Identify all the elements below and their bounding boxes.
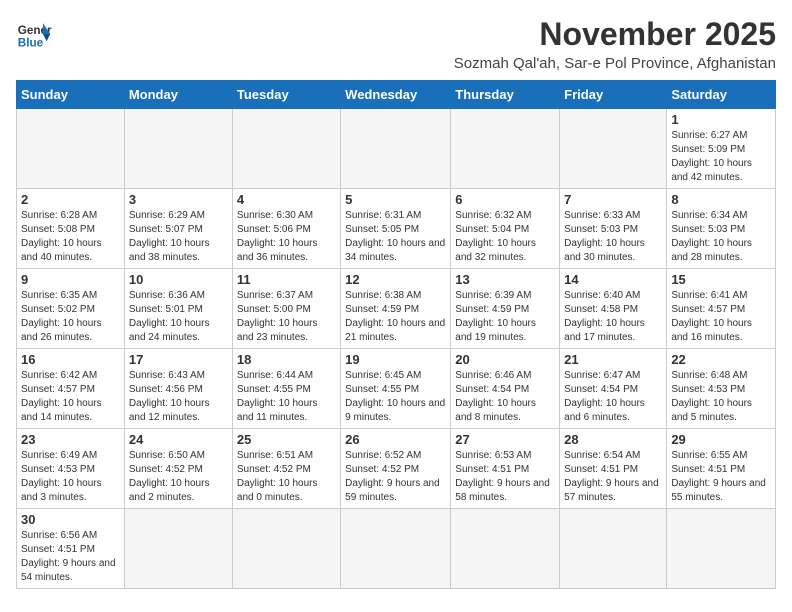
page-header: General Blue November 2025 Sozmah Qal'ah… [16, 16, 776, 72]
day-19: 19 Sunrise: 6:45 AMSunset: 4:55 PMDaylig… [341, 349, 451, 429]
empty-cell [232, 509, 340, 589]
header-saturday: Saturday [667, 81, 776, 109]
svg-text:Blue: Blue [18, 37, 44, 50]
calendar-table: Sunday Monday Tuesday Wednesday Thursday… [16, 80, 776, 589]
empty-cell [560, 509, 667, 589]
day-1: 1 Sunrise: 6:27 AMSunset: 5:09 PMDayligh… [667, 109, 776, 189]
day-12: 12 Sunrise: 6:38 AMSunset: 4:59 PMDaylig… [341, 269, 451, 349]
calendar-row-1: 1 Sunrise: 6:27 AMSunset: 5:09 PMDayligh… [17, 109, 776, 189]
empty-cell [451, 109, 560, 189]
day-7: 7 Sunrise: 6:33 AMSunset: 5:03 PMDayligh… [560, 189, 667, 269]
day-2: 2 Sunrise: 6:28 AMSunset: 5:08 PMDayligh… [17, 189, 125, 269]
month-title: November 2025 [454, 16, 776, 53]
day-23: 23 Sunrise: 6:49 AMSunset: 4:53 PMDaylig… [17, 429, 125, 509]
day-3: 3 Sunrise: 6:29 AMSunset: 5:07 PMDayligh… [124, 189, 232, 269]
day-8: 8 Sunrise: 6:34 AMSunset: 5:03 PMDayligh… [667, 189, 776, 269]
day-13: 13 Sunrise: 6:39 AMSunset: 4:59 PMDaylig… [451, 269, 560, 349]
empty-cell [341, 109, 451, 189]
header-sunday: Sunday [17, 81, 125, 109]
header-thursday: Thursday [451, 81, 560, 109]
day-30: 30 Sunrise: 6:56 AMSunset: 4:51 PMDaylig… [17, 509, 125, 589]
day-21: 21 Sunrise: 6:47 AMSunset: 4:54 PMDaylig… [560, 349, 667, 429]
subtitle: Sozmah Qal'ah, Sar-e Pol Province, Afgha… [454, 55, 776, 72]
day-29: 29 Sunrise: 6:55 AMSunset: 4:51 PMDaylig… [667, 429, 776, 509]
calendar-row-4: 16 Sunrise: 6:42 AMSunset: 4:57 PMDaylig… [17, 349, 776, 429]
day-27: 27 Sunrise: 6:53 AMSunset: 4:51 PMDaylig… [451, 429, 560, 509]
calendar-row-2: 2 Sunrise: 6:28 AMSunset: 5:08 PMDayligh… [17, 189, 776, 269]
empty-cell [341, 509, 451, 589]
day-24: 24 Sunrise: 6:50 AMSunset: 4:52 PMDaylig… [124, 429, 232, 509]
header-friday: Friday [560, 81, 667, 109]
empty-cell [17, 109, 125, 189]
empty-cell [232, 109, 340, 189]
empty-cell [560, 109, 667, 189]
logo-icon: General Blue [16, 16, 52, 52]
day-25: 25 Sunrise: 6:51 AMSunset: 4:52 PMDaylig… [232, 429, 340, 509]
day-20: 20 Sunrise: 6:46 AMSunset: 4:54 PMDaylig… [451, 349, 560, 429]
day-10: 10 Sunrise: 6:36 AMSunset: 5:01 PMDaylig… [124, 269, 232, 349]
empty-cell [451, 509, 560, 589]
day-22: 22 Sunrise: 6:48 AMSunset: 4:53 PMDaylig… [667, 349, 776, 429]
day-16: 16 Sunrise: 6:42 AMSunset: 4:57 PMDaylig… [17, 349, 125, 429]
header-wednesday: Wednesday [341, 81, 451, 109]
calendar-row-6: 30 Sunrise: 6:56 AMSunset: 4:51 PMDaylig… [17, 509, 776, 589]
day-26: 26 Sunrise: 6:52 AMSunset: 4:52 PMDaylig… [341, 429, 451, 509]
empty-cell [124, 509, 232, 589]
day-17: 17 Sunrise: 6:43 AMSunset: 4:56 PMDaylig… [124, 349, 232, 429]
title-area: November 2025 Sozmah Qal'ah, Sar-e Pol P… [454, 16, 776, 72]
day-9: 9 Sunrise: 6:35 AMSunset: 5:02 PMDayligh… [17, 269, 125, 349]
day-5: 5 Sunrise: 6:31 AMSunset: 5:05 PMDayligh… [341, 189, 451, 269]
calendar-row-5: 23 Sunrise: 6:49 AMSunset: 4:53 PMDaylig… [17, 429, 776, 509]
day-15: 15 Sunrise: 6:41 AMSunset: 4:57 PMDaylig… [667, 269, 776, 349]
calendar-row-3: 9 Sunrise: 6:35 AMSunset: 5:02 PMDayligh… [17, 269, 776, 349]
header-monday: Monday [124, 81, 232, 109]
empty-cell [124, 109, 232, 189]
day-11: 11 Sunrise: 6:37 AMSunset: 5:00 PMDaylig… [232, 269, 340, 349]
day-14: 14 Sunrise: 6:40 AMSunset: 4:58 PMDaylig… [560, 269, 667, 349]
day-6: 6 Sunrise: 6:32 AMSunset: 5:04 PMDayligh… [451, 189, 560, 269]
day-28: 28 Sunrise: 6:54 AMSunset: 4:51 PMDaylig… [560, 429, 667, 509]
day-4: 4 Sunrise: 6:30 AMSunset: 5:06 PMDayligh… [232, 189, 340, 269]
logo: General Blue [16, 16, 52, 52]
header-tuesday: Tuesday [232, 81, 340, 109]
empty-cell [667, 509, 776, 589]
day-18: 18 Sunrise: 6:44 AMSunset: 4:55 PMDaylig… [232, 349, 340, 429]
weekday-header-row: Sunday Monday Tuesday Wednesday Thursday… [17, 81, 776, 109]
